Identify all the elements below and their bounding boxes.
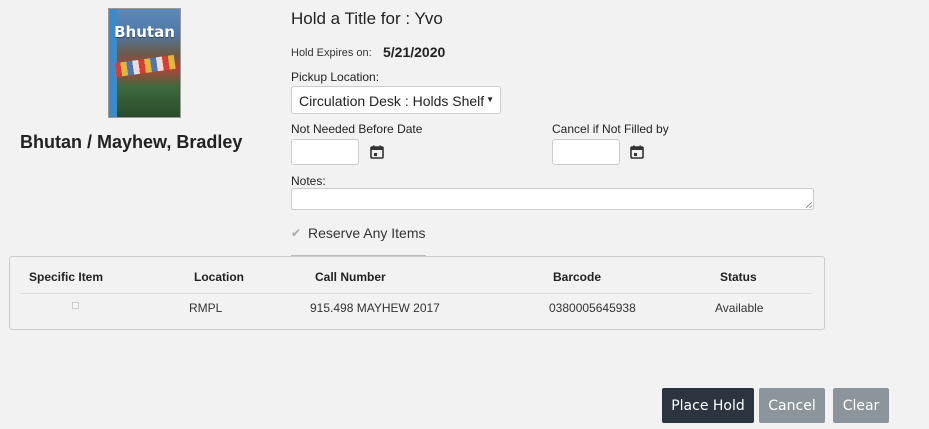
item-call-number: 915.498 MAYHEW 2017 xyxy=(310,301,440,315)
not-needed-before-input[interactable] xyxy=(291,139,359,165)
column-header-specific-item: Specific Item xyxy=(29,270,104,284)
chevron-down-icon: ▼ xyxy=(486,95,494,104)
calendar-icon[interactable] xyxy=(370,145,384,159)
book-title: Bhutan / Mayhew, Bradley xyxy=(20,132,243,152)
item-location: RMPL xyxy=(189,301,223,315)
resize-grip-icon[interactable] xyxy=(806,202,812,208)
notes-label: Notes: xyxy=(291,174,326,188)
cover-prayer-flags xyxy=(114,54,176,78)
pickup-location-label: Pickup Location: xyxy=(291,70,380,84)
clear-button[interactable]: Clear xyxy=(833,388,889,423)
book-cover-image: Bhutan xyxy=(108,8,181,118)
pickup-location-select[interactable]: Circulation Desk : Holds Shelf ▼ xyxy=(291,86,501,114)
cancel-if-not-filled-input[interactable] xyxy=(552,139,620,165)
cover-title: Bhutan xyxy=(114,23,175,41)
checkmark-icon: ✔ xyxy=(291,226,302,240)
reserve-any-items-checkbox[interactable]: ✔ Reserve Any Items xyxy=(291,225,426,241)
column-header-barcode: Barcode xyxy=(553,270,602,284)
column-header-call-number: Call Number xyxy=(315,270,386,284)
reserve-any-items-label: Reserve Any Items xyxy=(308,225,426,241)
notes-textarea[interactable] xyxy=(291,188,814,210)
cancel-button[interactable]: Cancel xyxy=(759,388,825,423)
column-header-status: Status xyxy=(720,270,757,284)
hold-expires-label: Hold Expires on: xyxy=(291,47,372,59)
not-needed-before-label: Not Needed Before Date xyxy=(291,122,423,136)
pickup-location-value: Circulation Desk : Holds Shelf xyxy=(299,93,485,109)
page-title: Hold a Title for : Yvo xyxy=(291,9,443,28)
calendar-icon[interactable] xyxy=(630,145,644,159)
specific-item-checkbox[interactable] xyxy=(72,302,79,309)
column-header-location: Location xyxy=(194,270,244,284)
table-row-divider xyxy=(20,293,812,294)
cancel-if-not-filled-label: Cancel if Not Filled by xyxy=(552,122,669,136)
hold-expires-value: 5/21/2020 xyxy=(383,44,446,60)
place-hold-button[interactable]: Place Hold xyxy=(662,388,754,423)
item-barcode: 0380005645938 xyxy=(549,301,636,315)
item-status: Available xyxy=(715,301,764,315)
